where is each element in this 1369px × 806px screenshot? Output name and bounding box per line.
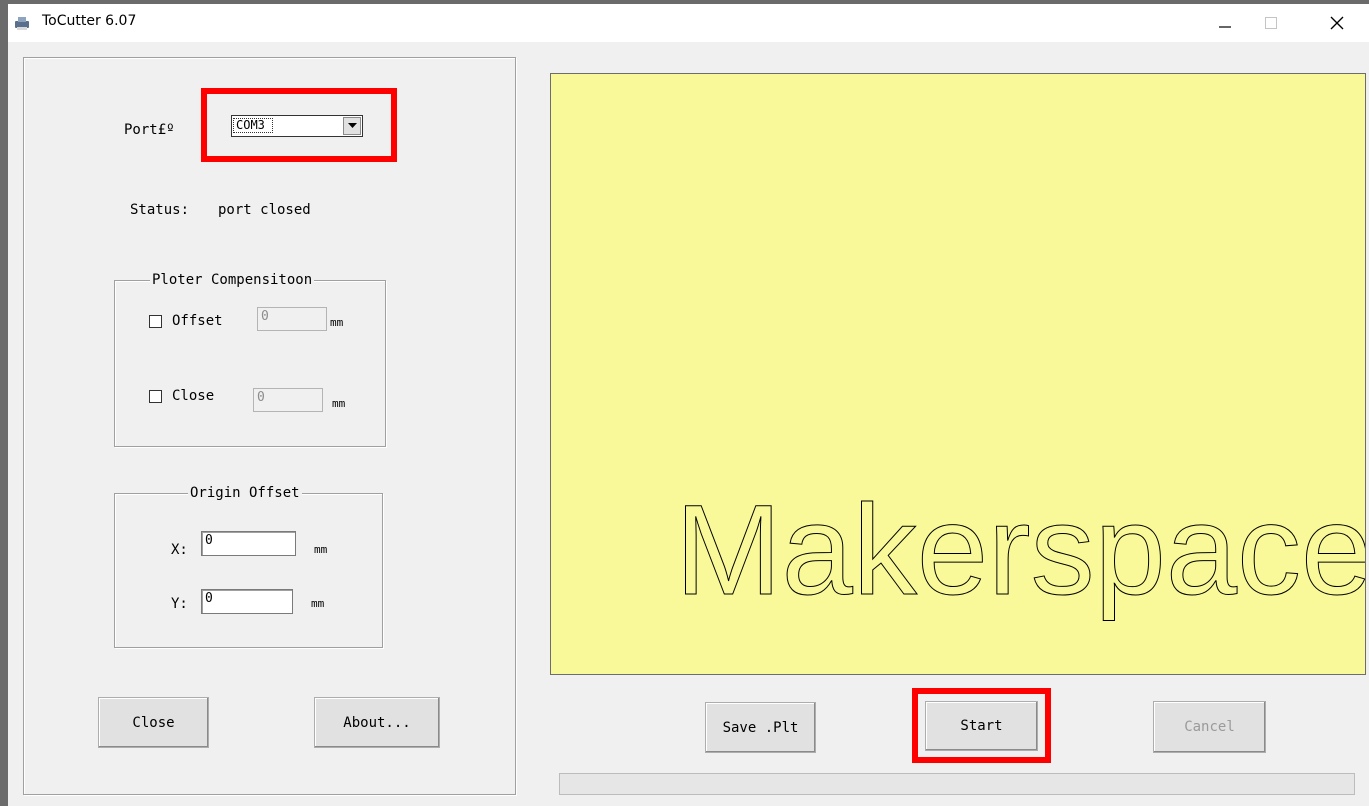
port-highlight-box xyxy=(201,88,397,162)
close-checkbox[interactable] xyxy=(149,390,162,403)
close-label: Close xyxy=(172,388,215,404)
y-offset-input[interactable]: 0 xyxy=(201,589,293,614)
cancel-button: Cancel xyxy=(1153,701,1266,753)
minimize-icon xyxy=(1219,26,1231,28)
maximize-icon xyxy=(1265,17,1277,29)
ploter-compensation-group xyxy=(114,280,386,447)
port-label: Port£º xyxy=(124,122,175,138)
preview-drawing: Makerspace xyxy=(675,479,1366,623)
origin-offset-title: Origin Offset xyxy=(188,485,302,501)
progress-bar xyxy=(559,773,1355,795)
maximize-button xyxy=(1248,4,1294,42)
save-plt-button[interactable]: Save .Plt xyxy=(705,702,816,753)
x-unit: mm xyxy=(314,543,328,556)
close-button[interactable]: Close xyxy=(98,697,209,748)
x-label: X: xyxy=(171,542,188,558)
title-bar: ToCutter 6.07 xyxy=(8,4,1369,42)
offset-checkbox[interactable] xyxy=(149,315,162,328)
preview-outline-text: Makerspace xyxy=(675,479,1365,622)
close-input[interactable]: 0 xyxy=(253,388,323,412)
app-window: ToCutter 6.07 Port£º COM3 Status: port c… xyxy=(8,4,1369,806)
start-highlight-box xyxy=(912,688,1051,763)
close-unit: mm xyxy=(332,397,346,410)
offset-unit: mm xyxy=(330,316,344,329)
window-title: ToCutter 6.07 xyxy=(42,13,137,29)
close-icon xyxy=(1330,16,1344,30)
status-value: port closed xyxy=(218,202,311,218)
x-offset-input[interactable]: 0 xyxy=(201,531,296,556)
origin-offset-group xyxy=(114,493,383,648)
y-label: Y: xyxy=(171,596,188,612)
minimize-button[interactable] xyxy=(1202,4,1248,42)
ploter-compensation-title: Ploter Compensitoon xyxy=(150,272,315,288)
close-window-button[interactable] xyxy=(1314,4,1360,42)
app-icon xyxy=(14,15,30,31)
status-label: Status: xyxy=(130,202,190,218)
about-button[interactable]: About... xyxy=(314,697,440,748)
offset-input[interactable]: 0 xyxy=(257,307,327,331)
y-unit: mm xyxy=(311,597,325,610)
preview-canvas: Makerspace xyxy=(550,73,1366,675)
offset-label: Offset xyxy=(172,313,223,329)
